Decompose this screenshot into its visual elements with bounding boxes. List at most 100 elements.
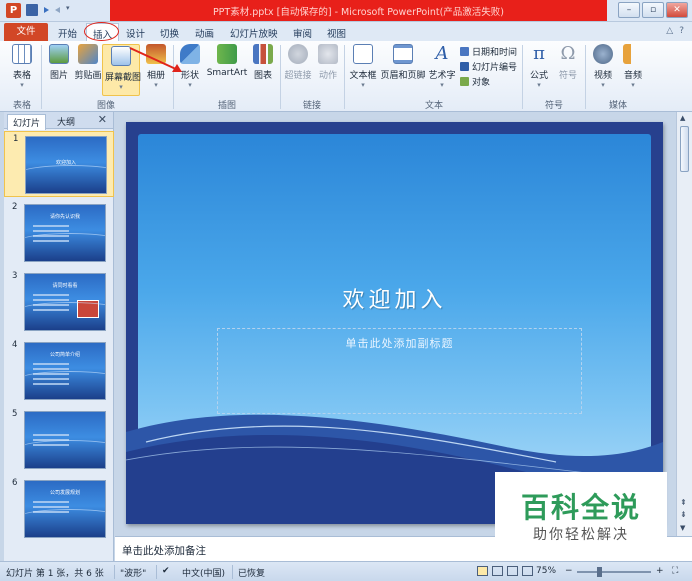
tab-animations[interactable]: 动画 — [195, 26, 214, 40]
watermark-logo: 百科全说 助你轻松解决 — [495, 472, 667, 554]
chart-button[interactable]: 图表 — [251, 44, 275, 81]
clipart-button[interactable]: 剪贴画 — [74, 44, 102, 81]
slide-counter: 幻灯片 第 1 张，共 6 张 — [6, 569, 104, 579]
audio-button[interactable]: 音频 ▾ — [621, 44, 645, 89]
undo-icon[interactable] — [44, 7, 49, 13]
hyperlink-button[interactable]: 超链接 — [284, 44, 312, 81]
close-icon[interactable]: ✕ — [666, 2, 688, 18]
smartart-icon — [217, 44, 237, 64]
symbol-button[interactable]: Ω 符号 — [556, 44, 580, 82]
slide-thumbnail — [24, 411, 106, 469]
watermark-tagline: 助你轻松解决 — [533, 527, 629, 543]
slide-thumbnail: 公司发展规划 — [24, 480, 106, 538]
clipart-icon — [78, 44, 98, 64]
object-icon — [460, 77, 469, 86]
fit-to-window-icon[interactable]: ⛶ — [672, 566, 678, 576]
action-button[interactable]: 动作 — [316, 44, 340, 81]
collapse-ribbon-icon[interactable]: △ — [666, 26, 673, 36]
view-buttons — [477, 566, 533, 576]
scrollbar-thumb[interactable] — [680, 126, 689, 172]
slide-thumb-5[interactable]: 5 — [4, 407, 114, 473]
slide-thumb-1[interactable]: 1 欢迎加入 — [4, 131, 114, 197]
hyperlink-icon — [288, 44, 308, 64]
calendar-icon — [460, 47, 469, 56]
slide-thumbnail: 公司简单介绍 — [24, 342, 106, 400]
slide-thumbnail: 欢迎加入 — [25, 136, 107, 194]
tab-design[interactable]: 设计 — [126, 26, 145, 40]
group-label-images: 图像 — [96, 101, 115, 111]
tab-view[interactable]: 视图 — [327, 26, 346, 40]
powerpoint-logo-icon: P — [6, 3, 21, 18]
watermark-brand: 百科全说 — [520, 491, 641, 524]
equation-button[interactable]: π 公式 ▾ — [527, 43, 551, 90]
textbox-button[interactable]: 文本框 ▾ — [348, 44, 378, 89]
header-footer-button[interactable]: 页眉和页脚 — [380, 44, 426, 81]
smartart-button[interactable]: SmartArt — [206, 44, 248, 78]
close-pane-icon[interactable]: ✕ — [98, 113, 107, 126]
zoom-slider[interactable] — [577, 571, 651, 573]
current-slide[interactable]: 欢迎加入 单击此处添加副标题 — [126, 122, 663, 524]
tab-home[interactable]: 开始 — [58, 26, 77, 40]
wordart-button[interactable]: A 艺术字 ▾ — [428, 43, 456, 90]
slide-thumbnail: 请你先认识我 — [24, 204, 106, 262]
reading-view-icon[interactable] — [507, 566, 518, 576]
redo-icon[interactable] — [55, 7, 60, 13]
film-icon — [593, 44, 613, 64]
previous-slide-icon[interactable]: ⇞ — [680, 498, 687, 507]
group-label-tables: 表格 — [12, 101, 31, 111]
slide-title[interactable]: 欢迎加入 — [138, 282, 651, 314]
scroll-down-icon[interactable]: ▼ — [680, 524, 685, 532]
restore-icon[interactable]: ▫ — [642, 2, 664, 18]
window-controls: – ▫ ✕ — [618, 2, 688, 18]
group-label-links: 链接 — [302, 101, 321, 111]
action-icon — [318, 44, 338, 64]
notes-placeholder: 单击此处添加备注 — [122, 545, 206, 557]
slide-sorter-icon[interactable] — [492, 566, 503, 576]
zoom-out-button[interactable]: − — [565, 566, 573, 576]
spellcheck-icon[interactable]: ✔ — [162, 566, 170, 576]
scroll-up-icon[interactable]: ▲ — [680, 114, 685, 122]
wordart-icon: A — [435, 43, 449, 64]
slide-number-button[interactable]: 幻灯片编号 — [460, 60, 517, 73]
help-icon[interactable]: ? — [679, 26, 684, 36]
hash-icon — [460, 62, 469, 71]
slide-thumb-3[interactable]: 3 请同时看看 — [4, 269, 114, 335]
slide-thumb-6[interactable]: 6 公司发展规划 — [4, 476, 114, 542]
normal-view-icon[interactable] — [477, 566, 488, 576]
vertical-scrollbar[interactable]: ▲ ⇞ ⇟ ▼ — [676, 112, 692, 536]
slide-thumb-2[interactable]: 2 请你先认识我 — [4, 200, 114, 266]
save-icon[interactable] — [26, 4, 38, 16]
video-button[interactable]: 视频 ▾ — [591, 44, 615, 89]
tab-transitions[interactable]: 切换 — [160, 26, 179, 40]
title-bar: P ▾ PPT素材.pptx [自动保存的] - Microsoft Power… — [0, 0, 692, 22]
annotation-arrow — [129, 47, 182, 72]
tab-slideshow[interactable]: 幻灯片放映 — [230, 26, 278, 40]
tab-slides[interactable]: 幻灯片 — [7, 114, 47, 130]
zoom-in-button[interactable]: + — [656, 566, 664, 576]
picture-button[interactable]: 图片 — [46, 44, 72, 81]
tab-file[interactable]: 文件 — [4, 23, 48, 41]
group-label-symbols: 符号 — [544, 101, 563, 111]
slideshow-icon[interactable] — [522, 566, 533, 576]
tab-outline[interactable]: 大纲 — [52, 114, 80, 129]
datetime-button[interactable]: 日期和时间 — [460, 45, 517, 58]
next-slide-icon[interactable]: ⇟ — [680, 510, 687, 519]
recovered-indicator: 已恢复 — [238, 569, 266, 579]
group-label-media: 媒体 — [608, 101, 627, 111]
language-indicator[interactable]: 中文(中国) — [182, 566, 225, 579]
zoom-level[interactable]: 75% — [536, 566, 556, 576]
minimize-icon[interactable]: – — [618, 2, 640, 18]
tab-review[interactable]: 审阅 — [293, 26, 312, 40]
pi-icon: π — [533, 43, 545, 64]
insert-tab-annotation-circle — [84, 22, 119, 41]
theme-name[interactable]: "波形" — [120, 566, 146, 579]
window-title: PPT素材.pptx [自动保存的] - Microsoft PowerPoin… — [212, 7, 505, 18]
customize-qat-icon[interactable]: ▾ — [66, 4, 78, 16]
zoom-slider-thumb[interactable] — [597, 567, 602, 577]
quick-access-toolbar: ▾ — [26, 4, 78, 16]
slide-thumbnail: 请同时看看 — [24, 273, 106, 331]
speaker-icon — [623, 44, 643, 64]
object-button[interactable]: 对象 — [460, 75, 490, 88]
table-button[interactable]: 表格 ▾ — [8, 44, 36, 89]
slide-thumb-4[interactable]: 4 公司简单介绍 — [4, 338, 114, 404]
